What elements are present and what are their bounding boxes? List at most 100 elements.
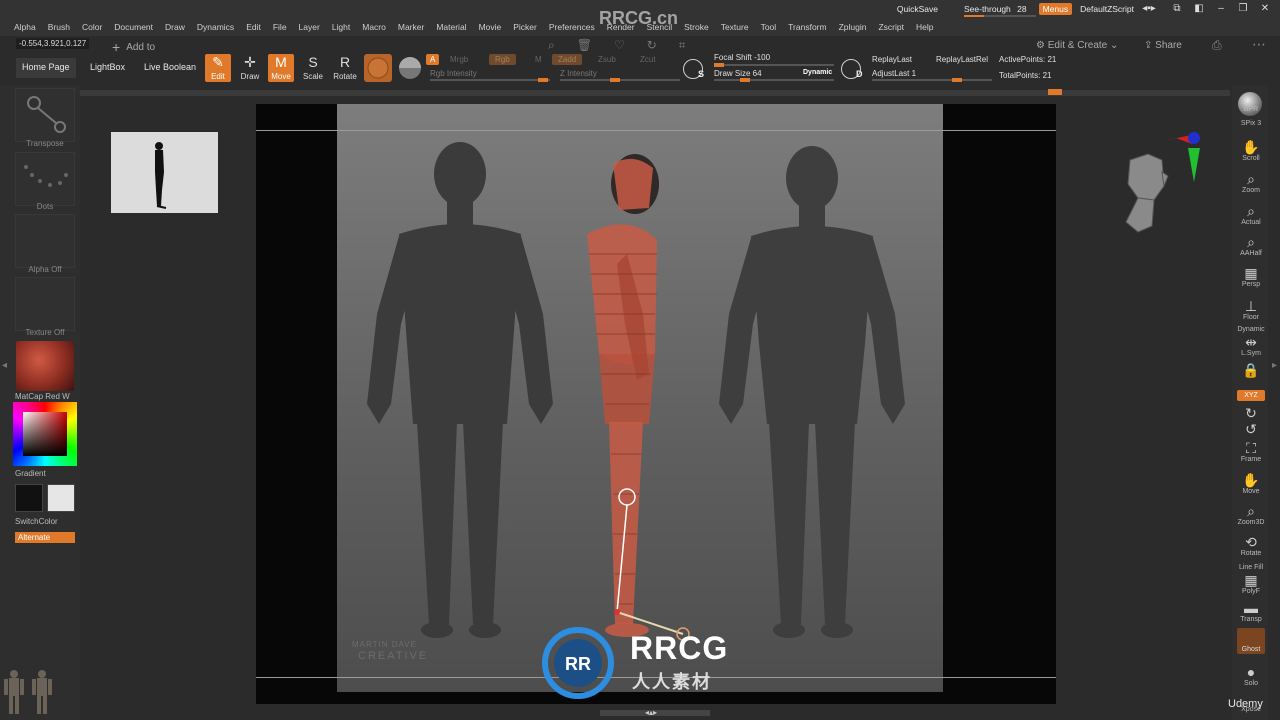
rotate-axis-buttons[interactable]: ↻ ↺	[1236, 405, 1266, 437]
menu-item-preferences[interactable]: Preferences	[549, 22, 595, 34]
polyf-button[interactable]: ▦ PolyF	[1236, 572, 1266, 595]
rgb-toggle[interactable]: Rgb	[489, 54, 516, 65]
material-button[interactable]	[396, 54, 424, 82]
solo-button[interactable]: ● Solo	[1236, 664, 1266, 687]
crop-icon[interactable]: ⌗	[679, 38, 686, 53]
orientation-gizmo[interactable]	[1108, 126, 1208, 238]
tray-handle[interactable]	[1048, 89, 1062, 95]
menu-item-brush[interactable]: Brush	[48, 22, 70, 34]
actual-button[interactable]: ⌕ Actual	[1236, 203, 1266, 226]
edit-create-button[interactable]: ⚙ Edit & Create ⌄	[1036, 40, 1118, 51]
move-view-button[interactable]: ✋ Move	[1236, 472, 1266, 495]
scale-mode-button[interactable]: S Scale	[300, 54, 326, 82]
matcap-button[interactable]	[16, 341, 74, 391]
minimize-icon[interactable]: –	[1214, 4, 1228, 14]
mrgb-toggle[interactable]: Mrgb	[450, 55, 468, 64]
menu-item-texture[interactable]: Texture	[721, 22, 749, 34]
draw-size-slider[interactable]	[714, 78, 834, 82]
adjust-last-slider[interactable]	[872, 78, 992, 82]
zoom3d-button[interactable]: ⌕ Zoom3D	[1236, 503, 1266, 526]
lsym-button[interactable]: ⇹ L.Sym	[1236, 334, 1266, 357]
replay-last-rel-button[interactable]: ReplayLastRel	[936, 55, 988, 64]
restore-icon[interactable]: ❐	[1236, 4, 1250, 14]
heart-icon[interactable]: ♡	[614, 38, 625, 53]
aahalf-button[interactable]: ⌕ AAHalf	[1236, 234, 1266, 257]
default-zscript-button[interactable]: DefaultZScript	[1080, 4, 1134, 14]
menu-item-zscript[interactable]: Zscript	[878, 22, 904, 34]
zadd-toggle[interactable]: Zadd	[552, 54, 583, 65]
zoom-icon[interactable]: ⌕	[548, 38, 555, 53]
quicksave-button[interactable]: QuickSave	[897, 4, 938, 14]
rgb-intensity-slider[interactable]	[430, 78, 550, 82]
color-picker-square[interactable]	[23, 412, 67, 456]
xyz-button[interactable]: XYZ	[1237, 390, 1265, 401]
dots-stroke-button[interactable]	[15, 152, 75, 206]
zsub-toggle[interactable]: Zsub	[598, 55, 616, 64]
main-color-swatch[interactable]	[15, 484, 43, 512]
print-icon[interactable]: ⎙	[1212, 38, 1222, 53]
left-collapse-icon[interactable]: ◂	[2, 360, 8, 380]
menu-item-stroke[interactable]: Stroke	[684, 22, 709, 34]
live-boolean-tab[interactable]: Live Boolean	[138, 58, 202, 78]
navigator-thumbnail[interactable]	[111, 132, 218, 213]
dynamic-toggle[interactable]: Dynamic	[803, 69, 832, 76]
secondary-color-swatch[interactable]	[47, 484, 75, 512]
scroll-button[interactable]: ✋ Scroll	[1236, 139, 1266, 162]
menu-item-transform[interactable]: Transform	[788, 22, 826, 34]
frame-button[interactable]: ⛶ Frame	[1236, 440, 1266, 463]
alternate-button[interactable]: Alternate	[15, 532, 75, 543]
a-toggle[interactable]: A	[426, 54, 440, 65]
focal-shift-slider[interactable]	[714, 63, 834, 67]
menu-item-edit[interactable]: Edit	[246, 22, 261, 34]
menu-item-light[interactable]: Light	[332, 22, 350, 34]
menu-item-alpha[interactable]: Alpha	[14, 22, 36, 34]
add-to-button[interactable]: + Add to	[112, 39, 155, 55]
close-icon[interactable]: ✕	[1258, 4, 1272, 14]
menu-item-document[interactable]: Document	[114, 22, 153, 34]
z-intensity-slider[interactable]	[560, 78, 680, 82]
menu-item-material[interactable]: Material	[436, 22, 466, 34]
menu-item-macro[interactable]: Macro	[362, 22, 386, 34]
tool-thumbnail-icon[interactable]	[0, 664, 64, 720]
transpose-button[interactable]	[15, 88, 75, 142]
edit-mode-button[interactable]: ✎ Edit	[205, 54, 231, 82]
color-picker[interactable]	[13, 402, 77, 466]
home-page-tab[interactable]: Home Page	[16, 58, 76, 78]
replay-last-button[interactable]: ReplayLast	[872, 55, 912, 64]
rotate-mode-button[interactable]: R Rotate	[332, 54, 358, 82]
menus-toggle[interactable]: Menus	[1038, 3, 1073, 15]
floor-button[interactable]: ⊥ Floor	[1236, 298, 1266, 321]
right-collapse-icon[interactable]: ▸	[1272, 360, 1278, 380]
menu-item-draw[interactable]: Draw	[165, 22, 185, 34]
see-through-slider[interactable]: See-through 28	[963, 4, 1036, 17]
m-toggle[interactable]: M	[535, 55, 542, 64]
brush-button[interactable]	[364, 54, 392, 82]
menu-item-file[interactable]: File	[273, 22, 287, 34]
rotate-view-button[interactable]: ⟲ Rotate	[1236, 534, 1266, 557]
lock-button[interactable]: 🔒	[1236, 362, 1266, 378]
alpha-button[interactable]	[15, 214, 75, 268]
bottom-tray-handle[interactable]: ◂▴▸	[600, 708, 710, 717]
menu-item-picker[interactable]: Picker	[513, 22, 537, 34]
zoom-button[interactable]: ⌕ Zoom	[1236, 171, 1266, 194]
menu-item-color[interactable]: Color	[82, 22, 102, 34]
transp-button[interactable]: ▬ Transp	[1236, 600, 1266, 623]
texture-button[interactable]	[15, 277, 75, 331]
spix-setting[interactable]: SPix 3	[1236, 120, 1266, 127]
menu-item-tool[interactable]: Tool	[761, 22, 777, 34]
draw-mode-button[interactable]: ✛ Draw	[237, 54, 263, 82]
trash-icon[interactable]: 🗑	[577, 38, 592, 53]
menu-item-movie[interactable]: Movie	[479, 22, 502, 34]
switchcolor-label[interactable]: SwitchColor	[15, 517, 75, 526]
menu-item-help[interactable]: Help	[916, 22, 933, 34]
menu-item-zplugin[interactable]: Zplugin	[839, 22, 867, 34]
menu-item-layer[interactable]: Layer	[299, 22, 320, 34]
menu-item-marker[interactable]: Marker	[398, 22, 424, 34]
share-button[interactable]: ⇪ Share	[1144, 40, 1182, 51]
refresh-icon[interactable]: ↻	[647, 38, 657, 53]
move-mode-button[interactable]: M Move	[268, 54, 294, 82]
zcut-toggle[interactable]: Zcut	[640, 55, 656, 64]
lightbox-tab[interactable]: LightBox	[84, 58, 131, 78]
window-swap-icon[interactable]: ⧉	[1170, 4, 1184, 14]
more-options-icon[interactable]: ⋯	[1252, 36, 1266, 53]
